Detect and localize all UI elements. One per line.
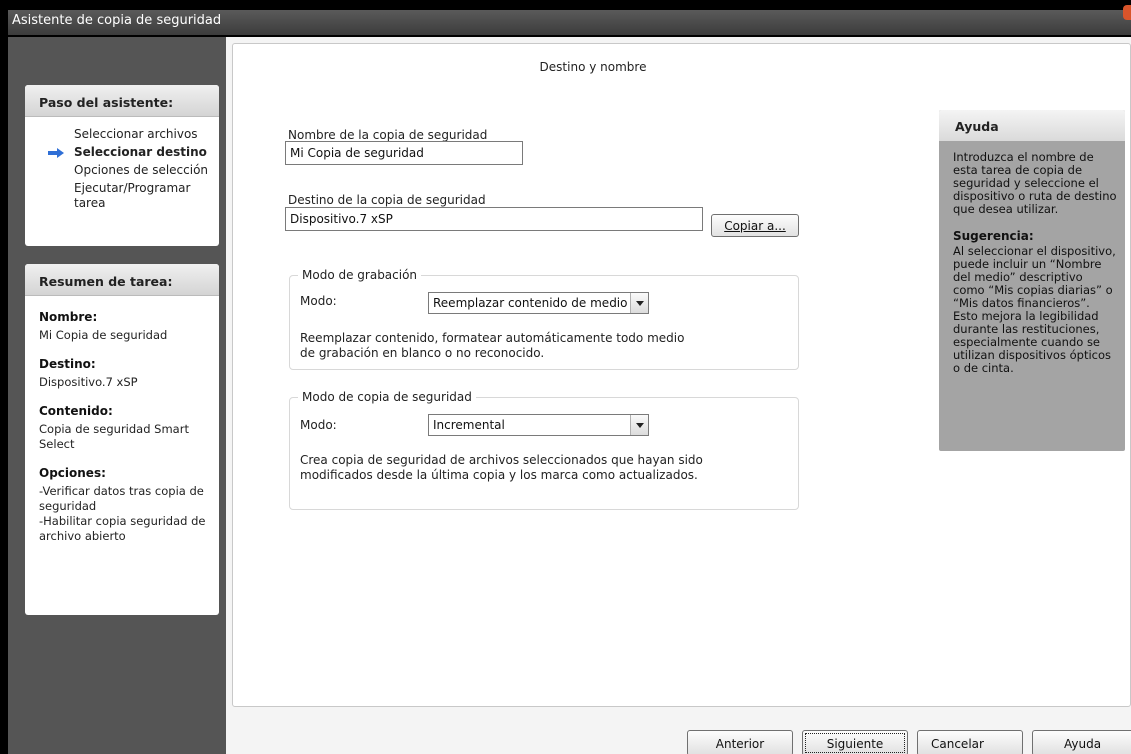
step-label: Opciones de selección: [74, 163, 209, 177]
backup-mode-value: Incremental: [433, 418, 505, 432]
help-tip-text: Al seleccionar el dispositivo, puede inc…: [953, 244, 1116, 375]
write-mode-title: Modo de grabación: [298, 268, 422, 282]
help-body: Introduzca el nombre de esta tarea de co…: [939, 141, 1125, 375]
task-summary-header: Resumen de tarea:: [25, 264, 219, 296]
summary-options-label: Opciones:: [39, 466, 106, 480]
chevron-down-icon[interactable]: [630, 415, 648, 435]
wizard-steps-list: Seleccionar archivos Seleccionar destino…: [25, 117, 219, 211]
step-selection-options: Opciones de selección: [25, 163, 219, 178]
next-button[interactable]: Siguiente: [802, 730, 908, 754]
copy-to-button[interactable]: Copiar a...: [711, 214, 799, 237]
sidebar: Paso del asistente: Seleccionar archivos…: [8, 37, 226, 754]
window-title: Asistente de copia de seguridad: [12, 13, 222, 28]
help-text: Introduzca el nombre de esta tarea de co…: [953, 150, 1117, 216]
summary-name-value: Mi Copia de seguridad: [39, 328, 168, 342]
wizard-steps-header: Paso del asistente:: [25, 85, 219, 117]
close-icon[interactable]: [1123, 5, 1131, 20]
task-summary-panel: Resumen de tarea: Nombre: Mi Copia de se…: [25, 264, 219, 615]
chevron-down-icon[interactable]: [630, 293, 648, 313]
write-mode-description: Reemplazar contenido, formatear automáti…: [300, 331, 685, 360]
help-header: Ayuda: [939, 110, 1125, 141]
summary-content-label: Contenido:: [39, 404, 113, 418]
summary-option-open-file: -Habilitar copia seguridad de archivo ab…: [39, 514, 206, 543]
step-label: Ejecutar/Programar tarea: [74, 181, 191, 210]
copy-to-label: Copiar a...: [724, 219, 786, 233]
summary-content-value: Copia de seguridad Smart Select: [39, 422, 189, 451]
back-button[interactable]: Anterior: [687, 730, 793, 754]
write-mode-label: Modo:: [300, 294, 337, 308]
backup-name-input[interactable]: Mi Copia de seguridad: [285, 141, 523, 165]
backup-mode-label: Modo:: [300, 418, 337, 432]
title-bar: Asistente de copia de seguridad: [0, 0, 1131, 37]
help-tip-title: Sugerencia:: [953, 229, 1034, 243]
help-panel: Ayuda Introduzca el nombre de esta tarea…: [939, 110, 1125, 451]
step-select-destination: Seleccionar destino: [25, 145, 219, 160]
backup-destination-label: Destino de la copia de seguridad: [288, 193, 486, 207]
backup-mode-group: Modo de copia de seguridad Modo: Increme…: [289, 390, 799, 510]
right-arrow-icon: [48, 148, 64, 158]
summary-name-label: Nombre:: [39, 310, 98, 324]
task-summary-body: Nombre: Mi Copia de seguridad Destino: D…: [25, 296, 219, 544]
page-title: Destino y nombre: [539, 60, 647, 74]
summary-destination-value: Dispositivo.7 xSP: [39, 375, 138, 389]
step-label: Seleccionar archivos: [74, 127, 198, 141]
backup-destination-input[interactable]: Dispositivo.7 xSP: [285, 207, 703, 231]
summary-option-verify: -Verificar datos tras copia de seguridad: [39, 484, 204, 513]
wizard-steps-panel: Paso del asistente: Seleccionar archivos…: [25, 85, 219, 246]
write-mode-select[interactable]: Reemplazar contenido de medio d: [428, 292, 649, 314]
step-label: Seleccionar destino: [74, 145, 207, 159]
cancel-button[interactable]: Cancelar: [917, 730, 1023, 754]
write-mode-value: Reemplazar contenido de medio d: [433, 296, 629, 310]
help-button[interactable]: Ayuda: [1032, 730, 1131, 754]
step-select-files: Seleccionar archivos: [25, 127, 219, 142]
title-bar-strip[interactable]: Asistente de copia de seguridad: [8, 10, 1131, 35]
step-run-schedule: Ejecutar/Programar tarea: [25, 181, 219, 211]
backup-mode-description: Crea copia de seguridad de archivos sele…: [300, 453, 703, 482]
summary-destination-label: Destino:: [39, 357, 96, 371]
backup-name-label: Nombre de la copia de seguridad: [288, 128, 488, 142]
backup-mode-title: Modo de copia de seguridad: [298, 390, 476, 404]
backup-mode-select[interactable]: Incremental: [428, 414, 649, 436]
write-mode-group: Modo de grabación Modo: Reemplazar conte…: [289, 268, 799, 370]
